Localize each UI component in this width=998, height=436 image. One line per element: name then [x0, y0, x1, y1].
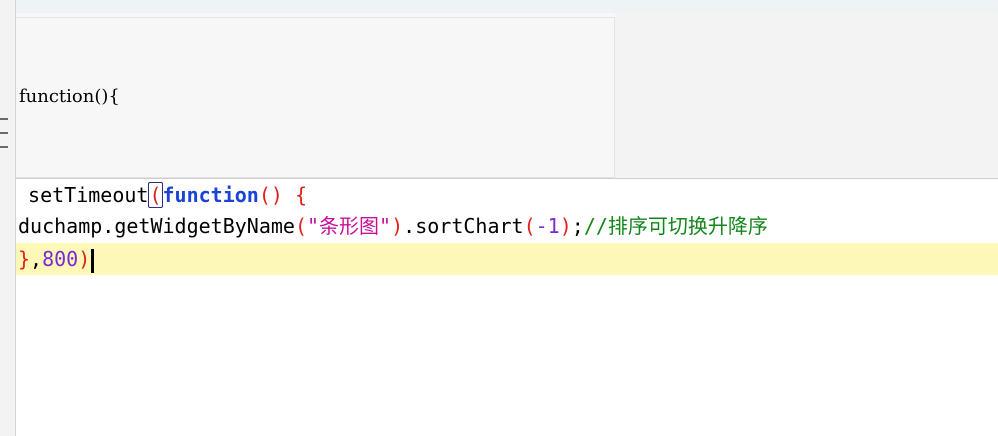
open-paren-matched: (	[148, 182, 163, 208]
identifier-settimeout: setTimeout	[28, 183, 149, 207]
gutter-mark	[0, 146, 8, 148]
close-brace: }	[18, 247, 31, 271]
left-gutter	[0, 0, 16, 436]
keyword-function: function	[162, 183, 259, 207]
function-signature: function(){	[19, 86, 120, 107]
parens: ()	[258, 183, 283, 207]
dot: .	[403, 214, 416, 238]
close-paren: )	[391, 214, 404, 238]
code-editor[interactable]: setTimeout(function() { duchamp.getWidge…	[16, 178, 998, 436]
open-brace: {	[294, 183, 308, 207]
text-caret	[91, 248, 95, 273]
identifier-duchamp: duchamp	[18, 214, 103, 238]
method-sortchart: sortChart	[415, 214, 524, 238]
string-literal: "条形图"	[307, 214, 392, 238]
method-getwidgetbyname: getWidgetByName	[114, 214, 295, 238]
number-literal: -1	[535, 214, 560, 238]
comment: //排序可切换升降序	[583, 214, 768, 238]
header-right-area	[615, 13, 998, 178]
dot: .	[102, 214, 115, 238]
open-paren: (	[523, 214, 536, 238]
semicolon: ;	[571, 214, 584, 238]
open-paren: (	[294, 214, 308, 238]
top-strip	[0, 0, 998, 13]
gutter-mark	[0, 132, 8, 134]
code-line-1[interactable]: setTimeout(function() {	[16, 179, 307, 211]
code-line-2[interactable]: duchamp.getWidgetByName("条形图").sortChart…	[18, 210, 768, 242]
close-paren: )	[78, 247, 91, 271]
close-paren: )	[559, 214, 572, 238]
current-line-highlight	[16, 243, 998, 275]
number-literal: 800	[42, 247, 79, 271]
gutter-mark	[0, 118, 8, 120]
comma: ,	[30, 247, 43, 271]
code-line-3[interactable]: },800)	[18, 243, 95, 275]
app-window: function(){ setTimeout(function() { duch…	[0, 0, 998, 436]
